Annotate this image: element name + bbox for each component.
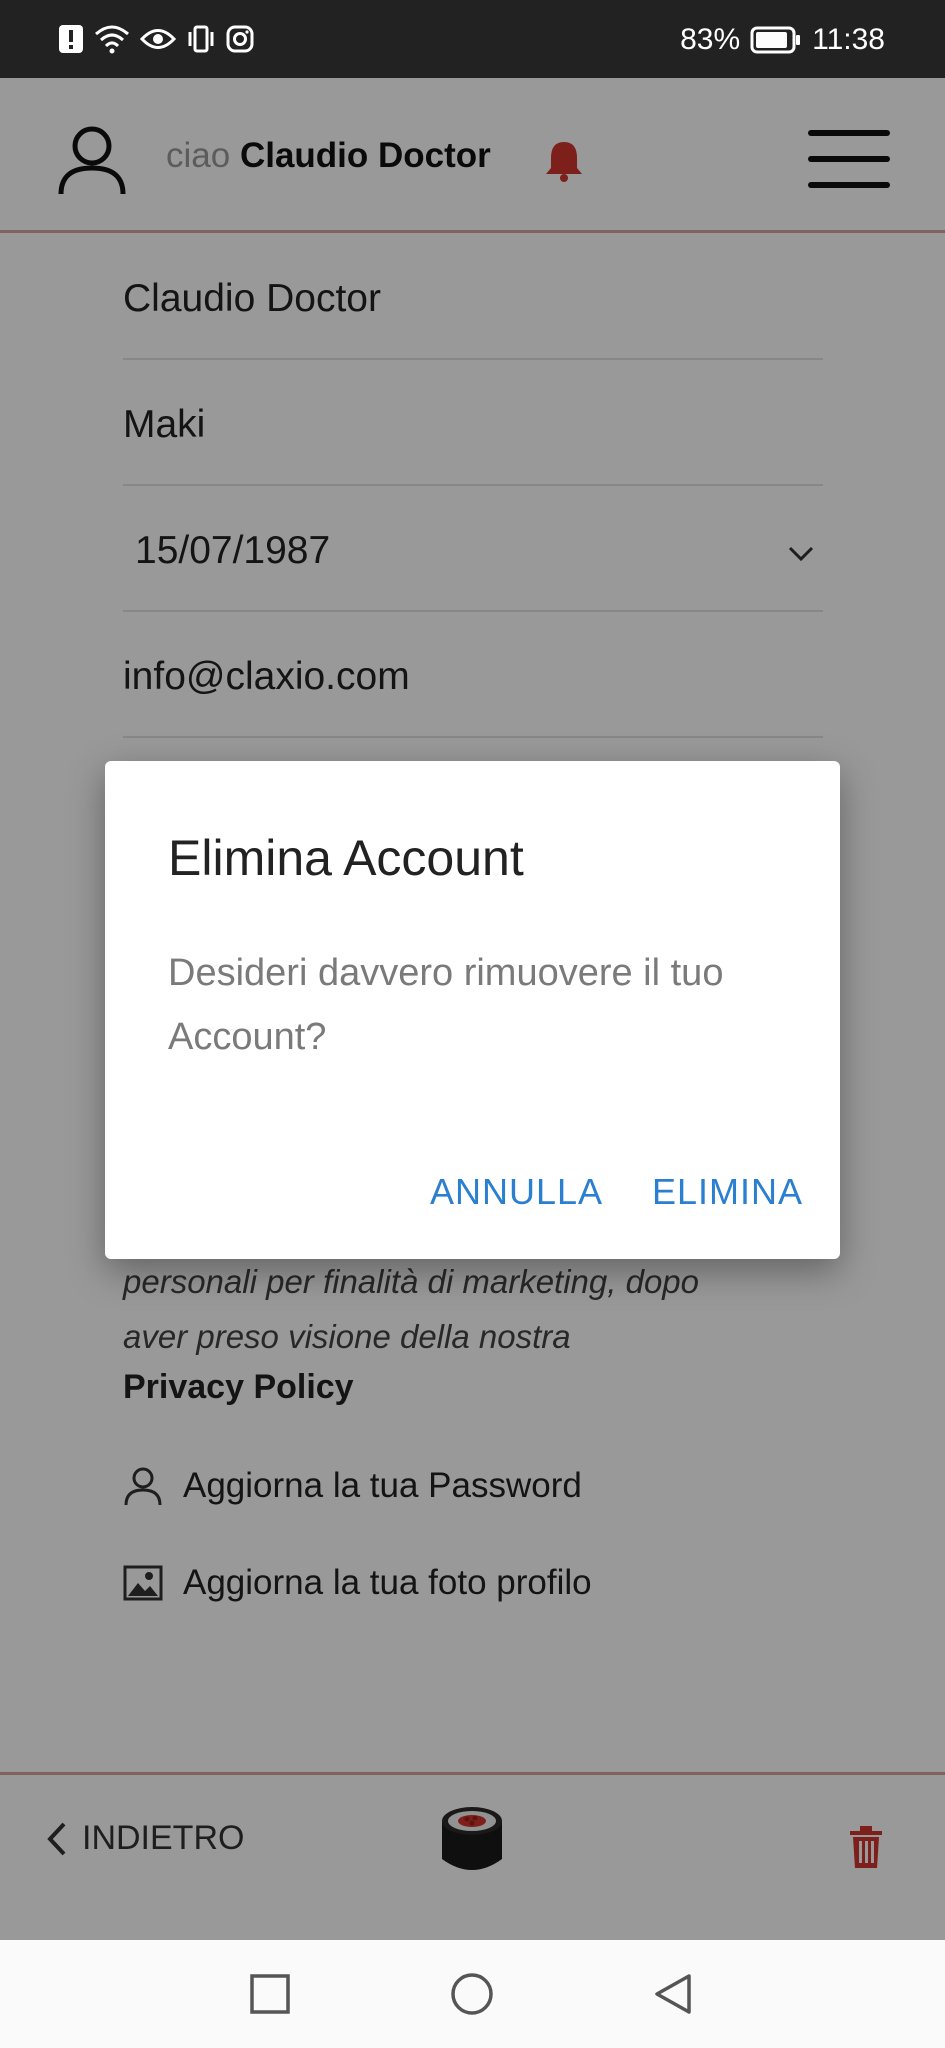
status-bar: 83% 11:38 — [0, 0, 945, 78]
alert-icon — [59, 25, 83, 53]
status-right: 83% 11:38 — [680, 18, 885, 62]
dialog-message: Desideri davvero rimuovere il tuo Accoun… — [168, 952, 724, 1058]
home-icon[interactable] — [450, 1972, 494, 2016]
clock: 11:38 — [812, 23, 885, 56]
delete-account-dialog: Elimina Account Desideri davvero rimuove… — [105, 761, 840, 1259]
back-nav-icon[interactable] — [651, 1972, 695, 2016]
vibrate-icon — [188, 25, 214, 53]
confirm-delete-button[interactable]: ELIMINA — [652, 1171, 803, 1213]
system-nav-bar — [0, 1940, 945, 2048]
recent-apps-icon[interactable] — [248, 1972, 292, 2016]
battery-icon — [750, 26, 801, 54]
battery-percent: 83% — [680, 23, 741, 56]
instagram-icon — [226, 25, 254, 53]
cancel-button[interactable]: ANNULLA — [430, 1171, 603, 1213]
eye-icon — [140, 29, 176, 49]
status-icons — [58, 20, 254, 58]
wifi-icon — [95, 25, 129, 54]
dialog-title: Elimina Account — [168, 830, 524, 886]
